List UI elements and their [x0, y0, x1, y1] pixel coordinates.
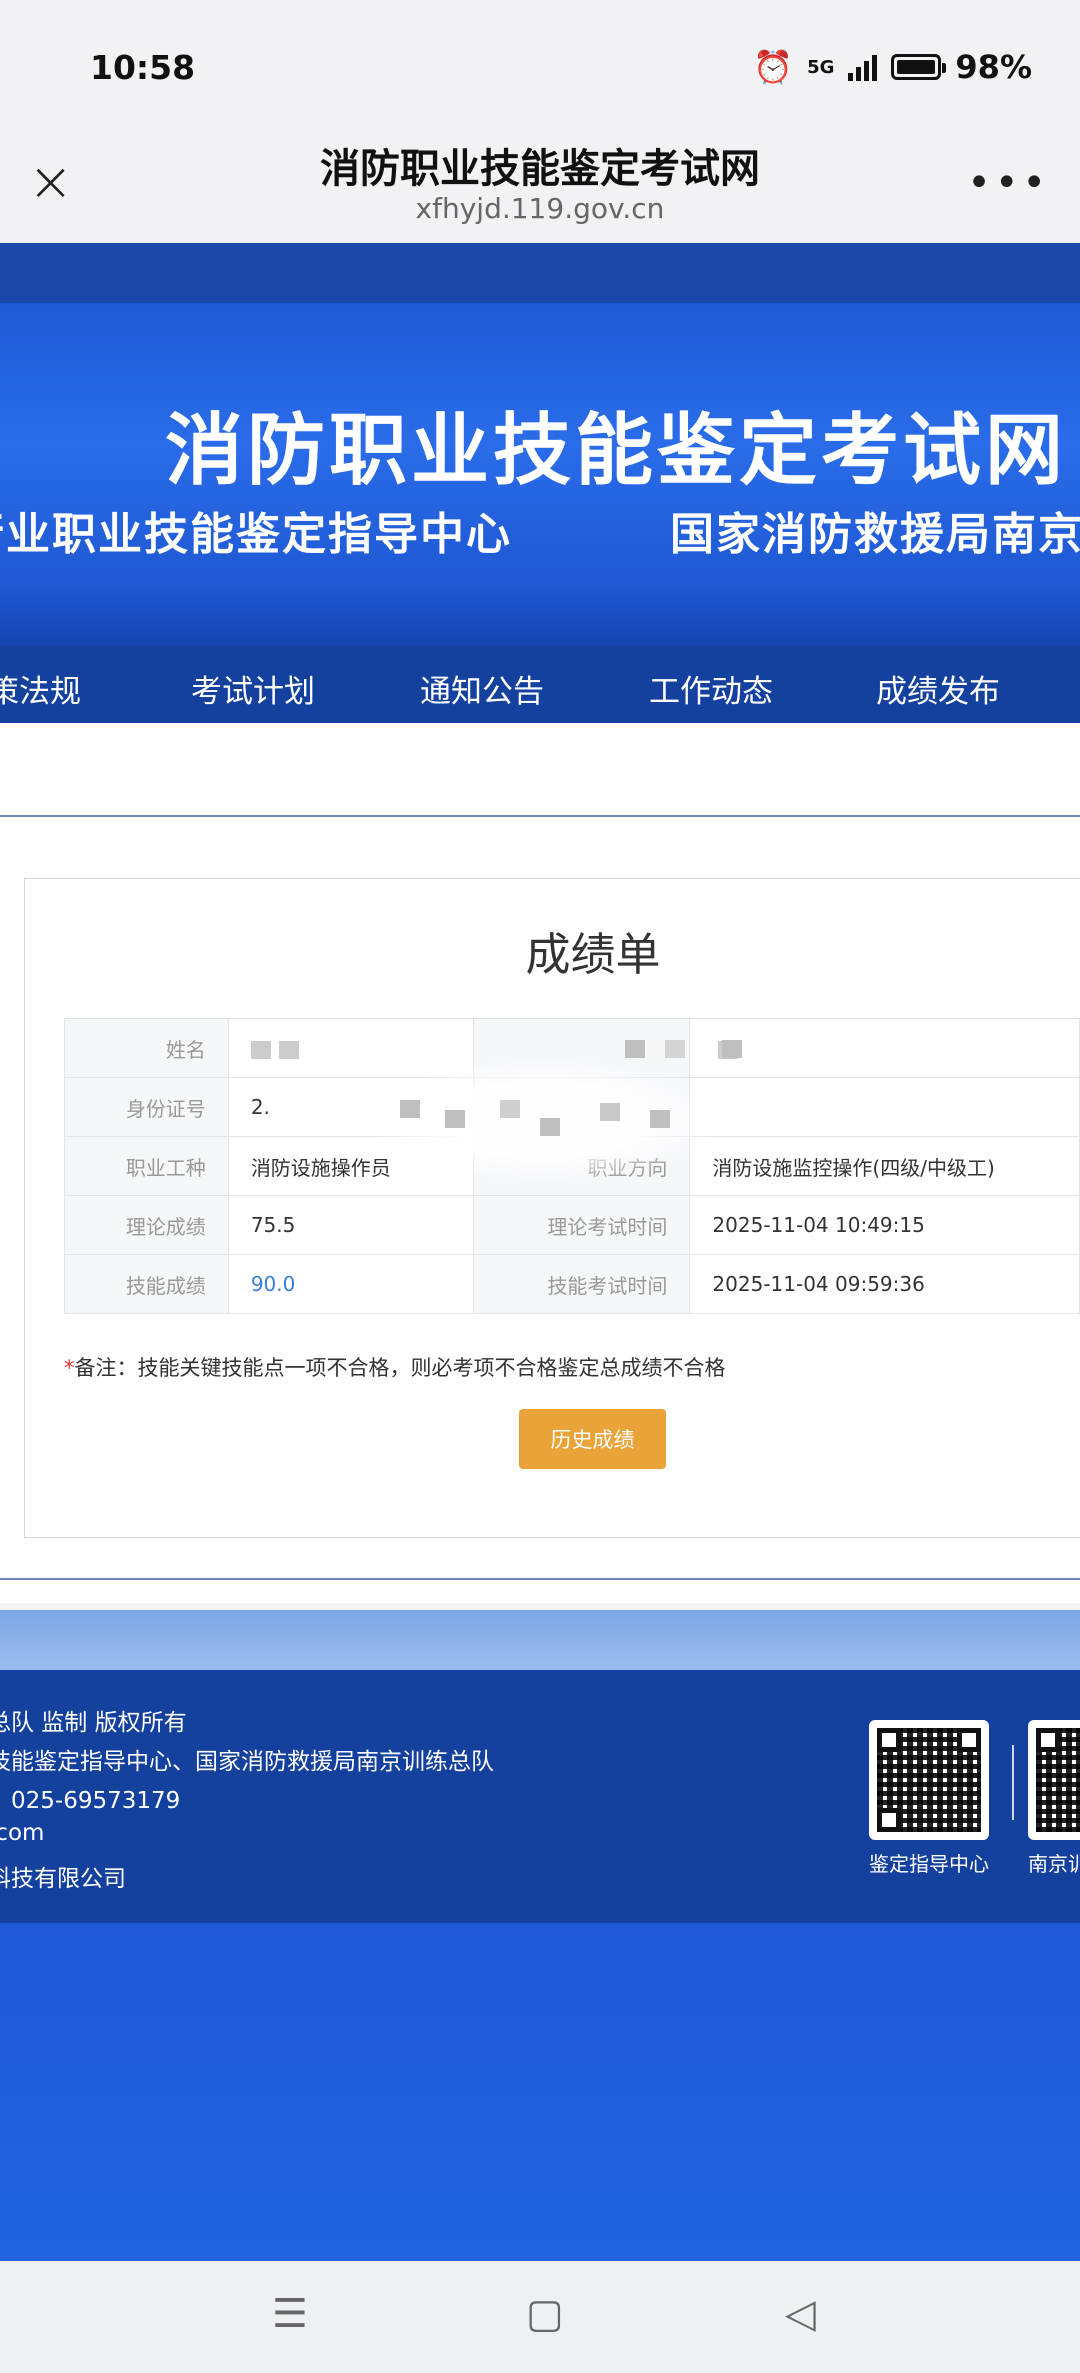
main-nav: 策法规 考试计划 通知公告 工作动态 成绩发布: [0, 646, 1080, 723]
qr-code-guidance-center: [869, 1720, 989, 1840]
browser-title-bar: × 消防职业技能鉴定考试网 xfhyjd.119.gov.cn •••: [0, 130, 1080, 243]
value-skill-time: 2025-11-04 09:59:36: [689, 1254, 1080, 1314]
value-theory-score: 75.5: [227, 1195, 474, 1255]
history-scores-button[interactable]: 历史成绩: [519, 1409, 666, 1469]
label-occupation: 职业工种: [64, 1136, 229, 1196]
battery-percent: 98%: [955, 48, 1032, 86]
table-row: 技能成绩 90.0 技能考试时间 2025-11-04 09:59:36: [64, 1254, 1080, 1314]
score-card-title: 成绩单: [525, 928, 661, 981]
banner-subtitle-left: 行业职业技能鉴定指导中心: [0, 509, 512, 560]
redacted-block: [250, 1040, 271, 1059]
label-theory-time: 理论考试时间: [472, 1195, 691, 1255]
footer-top-strip: [0, 1610, 1080, 1670]
label-skill-score: 技能成绩: [64, 1254, 229, 1314]
redacted-block: [665, 1040, 685, 1058]
menu-icon[interactable]: ☰: [272, 2291, 308, 2337]
status-time: 10:58: [90, 48, 196, 87]
table-row: 理论成绩 75.5 理论考试时间 2025-11-04 10:49:15: [64, 1195, 1080, 1255]
qr-finder: [1036, 1728, 1060, 1752]
more-icon[interactable]: •••: [967, 160, 1050, 206]
nav-item-notice[interactable]: 通知公告: [420, 666, 544, 711]
home-icon[interactable]: ▢: [526, 2291, 564, 2337]
redacted-block: [445, 1110, 465, 1128]
qr-finder: [877, 1808, 901, 1832]
divider: [0, 815, 1080, 817]
footer-phone: 、025-69573179: [0, 1788, 181, 1814]
value-direction: 消防设施监控操作(四级/中级工): [689, 1136, 1080, 1196]
signal-icon: [848, 53, 878, 81]
qr-label-nanjing: 南京训: [1028, 1852, 1080, 1876]
redacted-block: [500, 1100, 520, 1118]
label-id-number: 身份证号: [64, 1077, 229, 1137]
label-name: 姓名: [64, 1018, 229, 1078]
value-skill-score: 90.0: [227, 1254, 474, 1314]
redacted-block: [600, 1103, 620, 1121]
banner-top-strip: [0, 243, 1080, 303]
qr-divider: [1012, 1745, 1014, 1820]
footer-organizer: 技能鉴定指导中心、国家消防救援局南京训练总队: [0, 1749, 494, 1775]
footer-tech-support: 科技有限公司: [0, 1866, 126, 1892]
nav-item-policy[interactable]: 策法规: [0, 666, 81, 711]
banner-title: 消防职业技能鉴定考试网: [165, 406, 1068, 496]
divider: [0, 1578, 1080, 1580]
battery-icon: [891, 54, 947, 80]
footer-copyright: 总队 监制 版权所有: [0, 1710, 187, 1736]
site-banner: 消防职业技能鉴定考试网 行业职业技能鉴定指导中心 国家消防救援局南京: [0, 243, 1080, 646]
back-icon[interactable]: ◁: [785, 2291, 816, 2337]
qr-finder: [957, 1728, 981, 1752]
value-blank: [689, 1018, 1080, 1078]
value-theory-time: 2025-11-04 10:49:15: [689, 1195, 1080, 1255]
alarm-icon: ⏰: [753, 48, 794, 86]
note-asterisk: *: [64, 1356, 75, 1380]
footer-email: .com: [0, 1820, 45, 1846]
system-nav-bar: ☰ ▢ ◁: [0, 2261, 1080, 2373]
nav-item-results[interactable]: 成绩发布: [876, 666, 1000, 711]
redacted-block: [625, 1040, 645, 1058]
note-text: 备注：技能关键技能点一项不合格，则必考项不合格鉴定总成绩不合格: [74, 1356, 726, 1380]
banner-subtitle-right: 国家消防救援局南京: [670, 509, 1080, 560]
network-label: 5G: [807, 56, 835, 78]
score-note: *备注：技能关键技能点一项不合格，则必考项不合格鉴定总成绩不合格: [64, 1352, 726, 1382]
page-title: 消防职业技能鉴定考试网: [320, 146, 760, 192]
page-bottom-background: [0, 1923, 1080, 2261]
redacted-block: [400, 1100, 420, 1118]
redacted-block: [278, 1040, 299, 1059]
redacted-block: [722, 1040, 742, 1058]
qr-code-nanjing: [1028, 1720, 1080, 1840]
page-url: xfhyjd.119.gov.cn: [415, 192, 665, 225]
redacted-block: [540, 1118, 560, 1136]
value-blank: [689, 1077, 1080, 1137]
nav-item-exam-plan[interactable]: 考试计划: [191, 666, 315, 711]
qr-label-guidance-center: 鉴定指导中心: [869, 1852, 989, 1876]
status-bar: 10:58 ⏰ 5G 98%: [0, 0, 1080, 130]
status-icons: ⏰ 5G 98%: [753, 48, 1032, 86]
label-theory-score: 理论成绩: [64, 1195, 229, 1255]
label-skill-time: 技能考试时间: [472, 1254, 691, 1314]
redacted-block: [650, 1110, 670, 1128]
nav-item-work-news[interactable]: 工作动态: [649, 666, 773, 711]
qr-finder: [877, 1728, 901, 1752]
